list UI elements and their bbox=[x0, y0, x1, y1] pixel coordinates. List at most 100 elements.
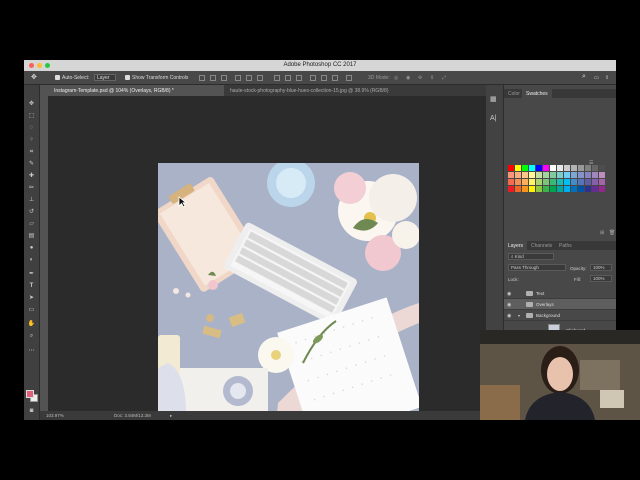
drag-3d-icon[interactable]: ✣ bbox=[418, 75, 422, 81]
swatch[interactable] bbox=[557, 186, 563, 192]
tab-swatches[interactable]: Swatches bbox=[522, 89, 552, 98]
hand-tool-icon[interactable]: ✋ bbox=[27, 320, 36, 329]
align-bottom-icon[interactable] bbox=[221, 75, 227, 81]
quick-mask-icon[interactable]: ◙ bbox=[27, 407, 36, 416]
new-swatch-icon[interactable]: ⊞ bbox=[600, 230, 604, 236]
auto-align-icon[interactable] bbox=[346, 75, 352, 81]
character-icon[interactable]: A| bbox=[490, 115, 497, 122]
distribute-bottom-icon[interactable] bbox=[296, 75, 302, 81]
zoom-tool-icon[interactable]: ⌕ bbox=[27, 332, 36, 341]
swatch[interactable] bbox=[529, 179, 535, 185]
healing-tool-icon[interactable]: ✚ bbox=[27, 172, 36, 181]
type-tool-icon[interactable]: T bbox=[27, 282, 36, 291]
swatch[interactable] bbox=[550, 179, 556, 185]
swatch[interactable] bbox=[543, 165, 549, 171]
distribute-vcenter-icon[interactable] bbox=[285, 75, 291, 81]
swatch[interactable] bbox=[543, 172, 549, 178]
layer-row-overlays[interactable]: ◉ Overlays bbox=[504, 299, 616, 310]
eyedropper-tool-icon[interactable]: ✎ bbox=[27, 160, 36, 169]
swatch[interactable] bbox=[578, 165, 584, 171]
stamp-tool-icon[interactable]: ⊥ bbox=[27, 196, 36, 205]
swatch[interactable] bbox=[557, 172, 563, 178]
document-canvas[interactable] bbox=[48, 96, 503, 420]
distribute-left-icon[interactable] bbox=[310, 75, 316, 81]
properties-icon[interactable]: ▦ bbox=[490, 95, 497, 103]
swatch[interactable] bbox=[536, 172, 542, 178]
swatch[interactable] bbox=[550, 165, 556, 171]
align-left-icon[interactable] bbox=[235, 75, 241, 81]
workspace-icon[interactable]: ▭ bbox=[594, 75, 599, 81]
swatch[interactable] bbox=[571, 172, 577, 178]
align-top-icon[interactable] bbox=[199, 75, 205, 81]
status-menu-arrow-icon[interactable]: ▸ bbox=[170, 413, 172, 419]
orbit-3d-icon[interactable]: ◎ bbox=[394, 75, 398, 81]
swatch[interactable] bbox=[515, 172, 521, 178]
swatch[interactable] bbox=[536, 165, 542, 171]
align-hcenter-icon[interactable] bbox=[246, 75, 252, 81]
swatch[interactable] bbox=[578, 172, 584, 178]
quick-select-tool-icon[interactable]: ⁘ bbox=[27, 136, 36, 145]
swatch[interactable] bbox=[529, 186, 535, 192]
swatch[interactable] bbox=[599, 179, 605, 185]
swatch[interactable] bbox=[585, 172, 591, 178]
marquee-tool-icon[interactable]: ⬚ bbox=[27, 112, 36, 121]
swatch[interactable] bbox=[550, 186, 556, 192]
swatch[interactable] bbox=[585, 186, 591, 192]
swatch[interactable] bbox=[522, 186, 528, 192]
swatch-menu-icon[interactable]: ☰ bbox=[589, 160, 593, 166]
swatch[interactable] bbox=[529, 165, 535, 171]
swatch[interactable] bbox=[592, 179, 598, 185]
swatch[interactable] bbox=[557, 179, 563, 185]
share-icon[interactable]: ⇪ bbox=[605, 75, 609, 81]
swatch[interactable] bbox=[564, 179, 570, 185]
visibility-eye-icon[interactable]: ◉ bbox=[507, 291, 511, 297]
visibility-eye-icon[interactable]: ◉ bbox=[507, 302, 511, 308]
zoom-level[interactable]: 103.97% bbox=[46, 413, 64, 418]
lasso-tool-icon[interactable]: ◌ bbox=[27, 124, 36, 133]
chevron-down-icon[interactable]: ▾ bbox=[518, 313, 520, 318]
pen-tool-icon[interactable]: ✒ bbox=[27, 270, 36, 279]
swatch[interactable] bbox=[522, 179, 528, 185]
layer-row-text[interactable]: ◉ Text bbox=[504, 288, 616, 299]
auto-select-checkbox[interactable] bbox=[55, 75, 60, 80]
opacity-field[interactable]: 100% bbox=[590, 264, 612, 271]
swatch[interactable] bbox=[543, 179, 549, 185]
swatch[interactable] bbox=[599, 186, 605, 192]
tab-channels[interactable]: Channels bbox=[527, 241, 556, 250]
brush-tool-icon[interactable]: ✏ bbox=[27, 184, 36, 193]
align-right-icon[interactable] bbox=[257, 75, 263, 81]
swatch[interactable] bbox=[592, 172, 598, 178]
swatch[interactable] bbox=[578, 186, 584, 192]
slide-3d-icon[interactable]: ⇕ bbox=[430, 75, 434, 81]
tab-stock-photo[interactable]: haute-stock-photography-blue-hues-collec… bbox=[224, 85, 503, 96]
swatch[interactable] bbox=[522, 165, 528, 171]
shape-tool-icon[interactable]: ▭ bbox=[27, 306, 36, 315]
move-tool-icon[interactable]: ✥ bbox=[27, 100, 36, 109]
swatch[interactable] bbox=[508, 179, 514, 185]
swatch[interactable] bbox=[592, 186, 598, 192]
roll-3d-icon[interactable]: ◉ bbox=[406, 75, 410, 81]
swatch[interactable] bbox=[599, 172, 605, 178]
swatch[interactable] bbox=[557, 165, 563, 171]
fill-field[interactable]: 100% bbox=[590, 275, 612, 282]
align-vcenter-icon[interactable] bbox=[210, 75, 216, 81]
scale-3d-icon[interactable]: ⤢ bbox=[442, 75, 446, 81]
show-transform-checkbox[interactable] bbox=[125, 75, 130, 80]
swatch[interactable] bbox=[529, 172, 535, 178]
swatch[interactable] bbox=[522, 172, 528, 178]
swatch-grid[interactable] bbox=[508, 165, 605, 192]
swatch[interactable] bbox=[508, 186, 514, 192]
delete-swatch-icon[interactable]: 🗑 bbox=[609, 230, 615, 236]
swatch[interactable] bbox=[571, 186, 577, 192]
swatch[interactable] bbox=[515, 165, 521, 171]
swatch[interactable] bbox=[508, 172, 514, 178]
swatch[interactable] bbox=[515, 186, 521, 192]
swatch[interactable] bbox=[571, 165, 577, 171]
blur-tool-icon[interactable]: ● bbox=[27, 244, 36, 253]
distribute-hcenter-icon[interactable] bbox=[321, 75, 327, 81]
distribute-top-icon[interactable] bbox=[274, 75, 280, 81]
swatch[interactable] bbox=[578, 179, 584, 185]
gradient-tool-icon[interactable]: ▤ bbox=[27, 232, 36, 241]
document-size[interactable]: Doc: 3.84M/13.3M bbox=[114, 413, 151, 418]
history-brush-tool-icon[interactable]: ↺ bbox=[27, 208, 36, 217]
